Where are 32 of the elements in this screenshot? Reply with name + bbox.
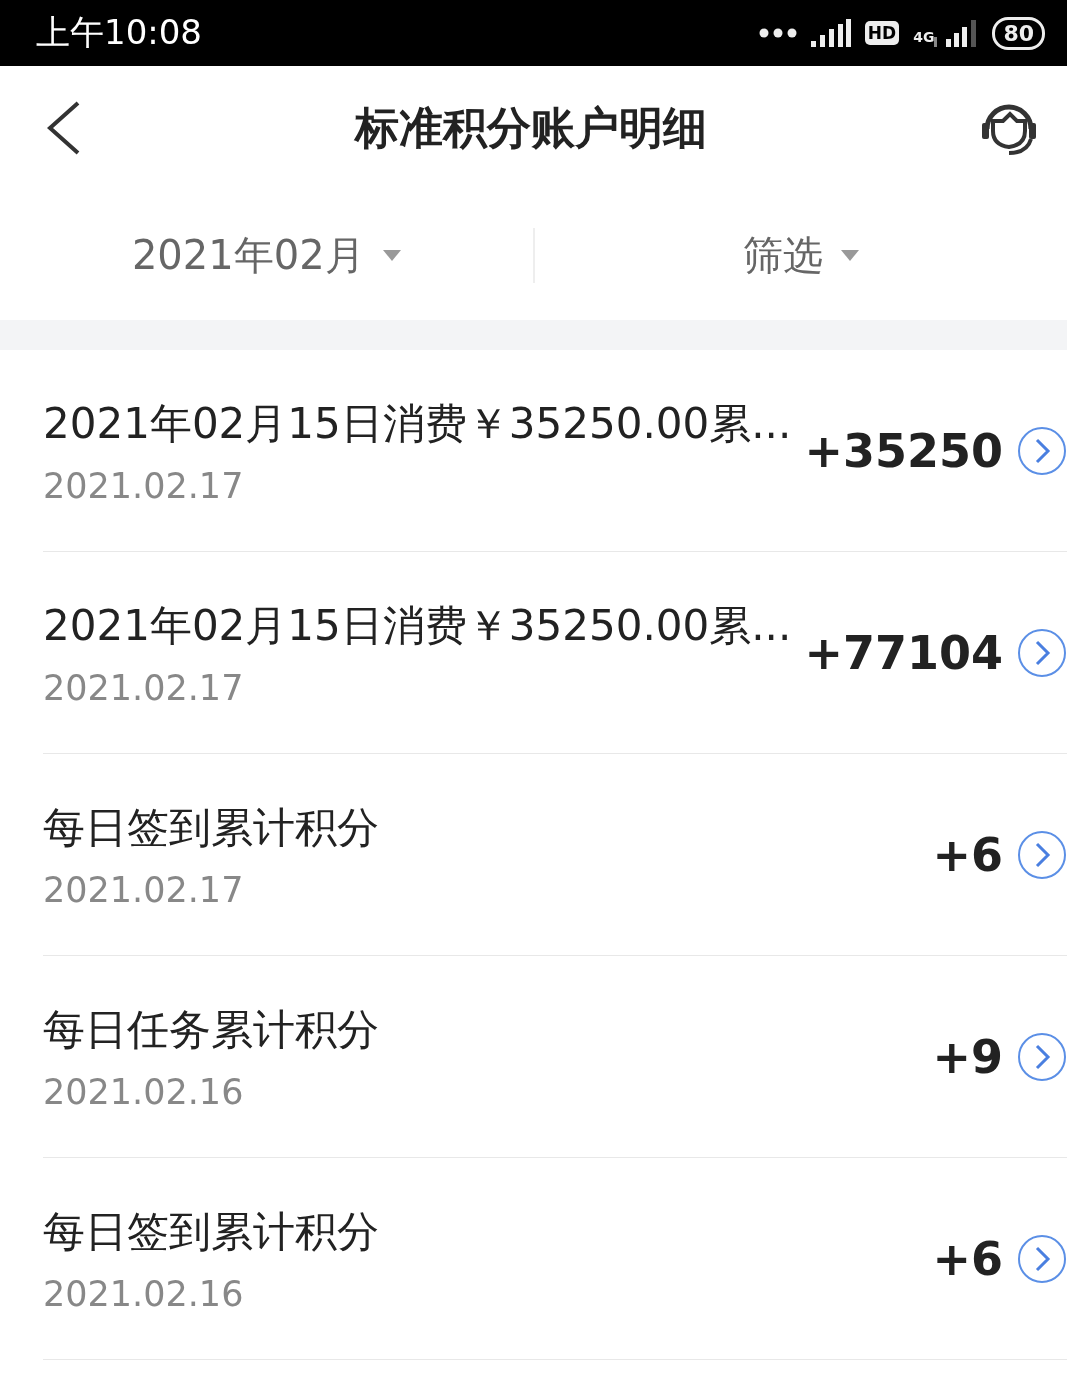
filter-dropdown[interactable]: 2021年02月	[131, 227, 365, 283]
signal-icon	[810, 19, 851, 47]
chevron-icon[interactable]	[1017, 425, 1067, 476]
status-time: 上午10:08	[36, 11, 203, 54]
chevron-icon[interactable]	[1017, 1233, 1067, 1284]
points-amount: +9	[932, 1029, 1003, 1084]
record-date: 2021.02.16	[43, 1071, 245, 1112]
record-date: 2021.02.17	[43, 869, 245, 910]
network-label: 4G	[913, 28, 935, 45]
record-title: 2021年02月15日消费￥35250.00累...	[43, 397, 793, 450]
record-title: 2021年02月15日消费￥35250.00累...	[43, 599, 793, 652]
dots-icon	[758, 28, 797, 38]
record-title: 每日任务累计积分	[43, 1003, 380, 1056]
record-date: 2021.02.16	[43, 1273, 245, 1314]
signal-icon	[934, 19, 979, 47]
points-amount: +6	[932, 827, 1003, 882]
chevron-icon[interactable]	[1017, 829, 1067, 880]
chevron-icon[interactable]	[1017, 1031, 1067, 1082]
record-date: 2021.02.17	[43, 667, 245, 708]
points-amount: +35250	[804, 423, 1003, 478]
record-title: 每日签到累计积分	[43, 801, 380, 854]
points-amount: +6	[932, 1231, 1003, 1286]
points-amount: +77104	[804, 625, 1003, 680]
record-title: 每日签到累计积分	[43, 1205, 380, 1258]
caret-icon	[382, 249, 401, 261]
caret-icon	[840, 249, 859, 261]
record-date: 2021.02.17	[43, 465, 245, 506]
filter-dropdown[interactable]: 筛选	[742, 227, 823, 283]
battery-indicator: 80	[992, 16, 1045, 50]
page-title: 标准积分账户明细	[354, 100, 707, 155]
chevron-icon[interactable]	[1017, 627, 1067, 678]
hd-badge: HD	[864, 21, 900, 45]
